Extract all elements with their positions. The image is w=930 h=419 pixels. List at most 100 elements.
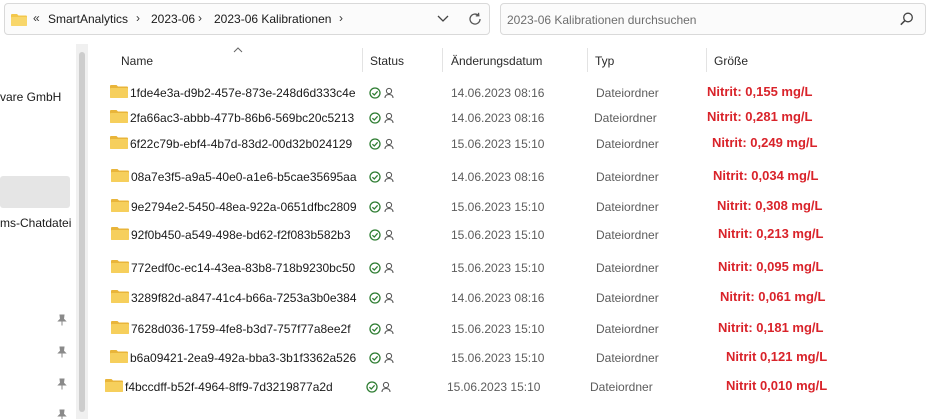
column-header-size[interactable]: Größe bbox=[714, 54, 748, 80]
file-type: Dateiordner bbox=[596, 351, 659, 365]
modified-date: 14.06.2023 08:16 bbox=[451, 170, 545, 184]
table-row[interactable]: f4bccdff-b52f-4964-8ff9-7d3219877a2d 15.0… bbox=[100, 374, 930, 400]
chevron-down-icon[interactable] bbox=[433, 9, 453, 29]
nitrite-annotation: Nitrit 0,010 mg/L bbox=[726, 378, 828, 393]
file-name[interactable]: 08a7e3f5-a9a5-40e0-a1e6-b5cae35695aa bbox=[131, 170, 357, 184]
nitrite-annotation: Nitrit: 0,249 mg/L bbox=[712, 135, 818, 150]
nitrite-annotation: Nitrit: 0,061 mg/L bbox=[720, 289, 826, 304]
file-type: Dateiordner bbox=[596, 291, 659, 305]
person-icon bbox=[384, 171, 394, 186]
check-circle-icon bbox=[369, 138, 381, 153]
modified-date: 15.06.2023 15:10 bbox=[451, 228, 545, 242]
nav-item-selected[interactable] bbox=[0, 176, 70, 208]
file-name[interactable]: 1fde4e3a-d9b2-457e-873e-248d6d333c4e bbox=[130, 86, 356, 100]
modified-date: 15.06.2023 15:10 bbox=[451, 200, 545, 214]
pin-icon[interactable] bbox=[57, 378, 67, 390]
file-name[interactable]: 6f22c79b-ebf4-4b7d-83d2-00d32b024129 bbox=[130, 137, 352, 151]
nitrite-annotation: Nitrit: 0,308 mg/L bbox=[717, 198, 823, 213]
file-name[interactable]: 92f0b450-a549-498e-bd62-f2f083b582b3 bbox=[131, 228, 351, 242]
overflow-chevron[interactable]: « bbox=[33, 11, 40, 25]
breadcrumb-2023-06[interactable]: 2023-06 bbox=[151, 12, 195, 26]
modified-date: 15.06.2023 15:10 bbox=[451, 261, 545, 275]
nitrite-annotation: Nitrit: 0,095 mg/L bbox=[718, 259, 824, 274]
table-row[interactable]: 772edf0c-ec14-43ea-83b8-718b9230bc50 15.0… bbox=[100, 255, 930, 281]
nav-scrollbar-thumb[interactable] bbox=[79, 52, 85, 412]
refresh-icon[interactable] bbox=[465, 9, 485, 29]
pin-icon[interactable] bbox=[57, 409, 67, 419]
folder-icon bbox=[110, 349, 128, 366]
file-type: Dateiordner bbox=[596, 86, 659, 100]
file-name[interactable]: 9e2794e2-5450-48ea-922a-0651dfbc2809 bbox=[131, 200, 357, 214]
folder-icon bbox=[11, 13, 27, 29]
check-circle-icon bbox=[369, 201, 381, 216]
file-name[interactable]: 772edf0c-ec14-43ea-83b8-718b9230bc50 bbox=[131, 261, 355, 275]
pin-icon[interactable] bbox=[57, 346, 67, 358]
file-name[interactable]: 2fa66ac3-abbb-477b-86b6-569bc20c5213 bbox=[130, 111, 354, 125]
file-type: Dateiordner bbox=[596, 200, 659, 214]
check-circle-icon bbox=[369, 292, 381, 307]
folder-icon bbox=[110, 84, 128, 101]
breadcrumb-separator-icon: › bbox=[198, 11, 202, 25]
file-type: Dateiordner bbox=[596, 261, 659, 275]
address-bar[interactable]: « SmartAnalytics › 2023-06 › 2023-06 Kal… bbox=[4, 3, 490, 35]
nav-item-chatdatei[interactable]: ms-Chatdatei bbox=[0, 216, 71, 230]
table-row[interactable]: 9e2794e2-5450-48ea-922a-0651dfbc2809 15.0… bbox=[100, 194, 930, 220]
folder-icon bbox=[111, 226, 129, 243]
search-input[interactable] bbox=[507, 10, 887, 30]
breadcrumb-2023-06-kalibrationen[interactable]: 2023-06 Kalibrationen bbox=[214, 12, 331, 26]
table-row[interactable]: 08a7e3f5-a9a5-40e0-a1e6-b5cae35695aa 14.0… bbox=[100, 164, 930, 190]
file-type: Dateiordner bbox=[596, 137, 659, 151]
file-name[interactable]: f4bccdff-b52f-4964-8ff9-7d3219877a2d bbox=[125, 380, 333, 394]
check-circle-icon bbox=[369, 352, 381, 367]
search-icon[interactable] bbox=[899, 11, 915, 30]
table-row[interactable]: 2fa66ac3-abbb-477b-86b6-569bc20c5213 14.0… bbox=[100, 105, 930, 131]
nav-item-company[interactable]: vare GmbH bbox=[0, 90, 61, 104]
file-type: Dateiordner bbox=[596, 322, 659, 336]
pin-icon[interactable] bbox=[57, 314, 67, 326]
sort-ascending-icon bbox=[233, 42, 243, 56]
table-row[interactable]: b6a09421-2ea9-492a-bba3-3b1f3362a526 15.0… bbox=[100, 345, 930, 371]
table-row[interactable]: 3289f82d-a847-41c4-b66a-7253a3b0e384 14.0… bbox=[100, 285, 930, 311]
column-header-name[interactable]: Name bbox=[121, 54, 153, 80]
modified-date: 15.06.2023 15:10 bbox=[451, 137, 545, 151]
nitrite-annotation: Nitrit: 0,155 mg/L bbox=[707, 84, 813, 99]
breadcrumb-separator-icon: › bbox=[136, 11, 140, 25]
breadcrumb-smartanalytics[interactable]: SmartAnalytics bbox=[48, 12, 128, 26]
person-icon bbox=[384, 112, 394, 127]
column-divider[interactable] bbox=[706, 48, 707, 72]
table-row[interactable]: 6f22c79b-ebf4-4b7d-83d2-00d32b024129 15.0… bbox=[100, 131, 930, 157]
modified-date: 14.06.2023 08:16 bbox=[451, 86, 545, 100]
nitrite-annotation: Nitrit: 0,281 mg/L bbox=[707, 109, 813, 124]
person-icon bbox=[384, 229, 394, 244]
file-name[interactable]: 3289f82d-a847-41c4-b66a-7253a3b0e384 bbox=[131, 291, 357, 305]
folder-icon bbox=[105, 378, 123, 395]
column-divider[interactable] bbox=[362, 48, 363, 72]
file-name[interactable]: 7628d036-1759-4fe8-b3d7-757f77a8ee2f bbox=[131, 322, 351, 336]
table-row[interactable]: 92f0b450-a549-498e-bd62-f2f083b582b3 15.0… bbox=[100, 222, 930, 248]
file-name[interactable]: b6a09421-2ea9-492a-bba3-3b1f3362a526 bbox=[130, 351, 356, 365]
table-row[interactable]: 7628d036-1759-4fe8-b3d7-757f77a8ee2f 15.0… bbox=[100, 316, 930, 342]
navigation-pane: vare GmbH ms-Chatdatei bbox=[0, 44, 74, 419]
search-box[interactable] bbox=[500, 3, 926, 35]
breadcrumb-separator-icon: › bbox=[339, 11, 343, 25]
file-type: Dateiordner bbox=[596, 170, 659, 184]
nitrite-annotation: Nitrit: 0,213 mg/L bbox=[718, 226, 824, 241]
column-divider[interactable] bbox=[442, 48, 443, 72]
column-header-type[interactable]: Typ bbox=[595, 54, 614, 80]
person-icon bbox=[384, 87, 394, 102]
file-type: Dateiordner bbox=[590, 380, 653, 394]
check-circle-icon bbox=[369, 323, 381, 338]
person-icon bbox=[384, 201, 394, 216]
modified-date: 15.06.2023 15:10 bbox=[447, 380, 541, 394]
table-row[interactable]: 1fde4e3a-d9b2-457e-873e-248d6d333c4e 14.0… bbox=[100, 80, 930, 106]
modified-date: 14.06.2023 08:16 bbox=[451, 291, 545, 305]
column-header-date[interactable]: Änderungsdatum bbox=[451, 54, 542, 80]
column-divider[interactable] bbox=[587, 48, 588, 72]
person-icon bbox=[384, 138, 394, 153]
folder-icon bbox=[111, 168, 129, 185]
folder-icon bbox=[111, 289, 129, 306]
folder-icon bbox=[111, 198, 129, 215]
check-circle-icon bbox=[369, 87, 381, 102]
toolbar: « SmartAnalytics › 2023-06 › 2023-06 Kal… bbox=[0, 0, 930, 40]
column-header-status[interactable]: Status bbox=[370, 54, 404, 80]
